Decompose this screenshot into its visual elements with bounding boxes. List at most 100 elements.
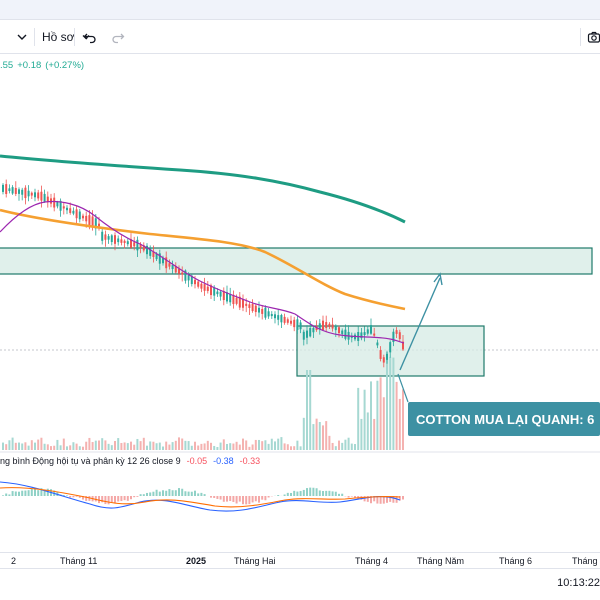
volume-bar (357, 387, 360, 450)
macd-histogram-bar (152, 491, 155, 496)
macd-histogram-bar (2, 495, 4, 496)
volume-bar (162, 446, 164, 450)
profile-label: Hồ sơ (42, 30, 75, 44)
price-chart-canvas[interactable] (0, 56, 600, 566)
candle-body (203, 284, 206, 291)
volume-bar (216, 446, 219, 450)
macd-histogram-bar (312, 487, 315, 496)
volume-bar (88, 437, 91, 450)
macd-histogram-bar (296, 491, 299, 496)
undo-icon[interactable] (82, 29, 98, 45)
time-tick: Tháng 4 (355, 556, 389, 566)
volume-bar (302, 417, 305, 450)
macd-histogram-bar (178, 488, 180, 496)
macd-histogram-bar (184, 491, 187, 496)
macd-histogram-bar (341, 493, 344, 496)
candle-body (261, 308, 264, 314)
volume-bar (206, 440, 209, 450)
candle-body (373, 333, 376, 336)
macd-histogram-bar (104, 496, 107, 505)
volume-bar (101, 438, 104, 450)
volume-bar (280, 437, 283, 450)
volume-bar (11, 437, 14, 450)
volume-bar (232, 443, 235, 450)
macd-histogram-bar (309, 487, 312, 496)
candle-body (286, 319, 289, 323)
macd-histogram-bar (277, 495, 280, 496)
volume-bar (392, 357, 395, 450)
candle-body (379, 350, 382, 359)
macd-legend[interactable]: ng bình Động hội tụ và phân kỳ 12 26 clo… (0, 456, 260, 470)
volume-bar (379, 377, 382, 450)
macd-histogram-bar (107, 496, 110, 505)
macd-legend-label: ng bình Động hội tụ và phân kỳ 12 26 clo… (0, 456, 181, 466)
volume-bar (107, 443, 110, 450)
time-axis[interactable]: 2 Tháng 11 2025 Tháng Hai Tháng 4 Tháng … (0, 552, 600, 568)
toolbar-divider (34, 28, 35, 46)
volume-bar (37, 439, 40, 450)
macd-histogram-bar (142, 494, 145, 496)
resistance-zone[interactable] (0, 247, 593, 275)
macd-histogram-bar (219, 496, 222, 500)
macd-histogram-bar (331, 491, 334, 496)
macd-histogram-bar (248, 496, 251, 505)
volume-bar (296, 440, 299, 450)
candle-body (114, 235, 116, 244)
macd-histogram-bar (24, 490, 27, 496)
macd-histogram-bar (200, 492, 203, 496)
candle-body (30, 192, 33, 196)
candle-body (344, 329, 347, 339)
candle-body (293, 319, 296, 328)
macd-histogram-bar (123, 496, 126, 501)
volume-bar (5, 444, 8, 450)
volume-bar (382, 397, 385, 450)
volume-bar (200, 443, 203, 450)
volume-bar (306, 370, 308, 450)
volume-bar (309, 370, 312, 450)
volume-bar (389, 356, 392, 450)
candle-body (312, 327, 315, 333)
volume-bar (133, 444, 136, 450)
volume-bar (283, 443, 286, 450)
volume-bar (251, 444, 254, 450)
toolbar-divider (74, 28, 75, 46)
candle-body (194, 279, 196, 285)
macd-histogram-bar (18, 491, 20, 496)
status-footer: 10:13:22 (0, 568, 600, 600)
macd-histogram-bar (181, 488, 184, 496)
camera-icon[interactable] (586, 29, 600, 45)
candle-body (75, 209, 78, 219)
candle-body (283, 316, 286, 323)
volume-bar (248, 446, 251, 450)
volume-bar (18, 442, 20, 450)
macd-histogram-bar (203, 494, 206, 496)
volume-bar (242, 438, 244, 450)
volume-bar (238, 444, 241, 450)
candle-body (66, 207, 68, 211)
redo-icon[interactable] (110, 29, 126, 45)
macd-histogram-bar (171, 490, 174, 496)
candle-body (213, 287, 216, 296)
chevron-down-icon[interactable] (14, 29, 30, 45)
volume-bar (264, 440, 267, 450)
volume-bar (261, 441, 264, 450)
candle-body (18, 189, 20, 194)
macd-histogram-bar (162, 490, 164, 496)
annotation-label[interactable]: COTTON MUA LẠI QUANH: 6 (408, 402, 600, 436)
volume-bar (312, 424, 315, 450)
macd-histogram-bar (8, 494, 11, 496)
volume-bar (366, 412, 369, 450)
macd-histogram-bar (350, 496, 353, 497)
macd-histogram-bar (14, 491, 17, 496)
candle-body (123, 240, 126, 244)
macd-histogram-bar (146, 492, 148, 496)
volume-bar (98, 440, 100, 450)
volume-bar (94, 440, 97, 450)
candle-body (229, 294, 232, 303)
macd-histogram-bar (187, 491, 190, 496)
candle-body (245, 303, 248, 306)
macd-histogram-bar (245, 496, 248, 505)
candle-body (277, 315, 280, 320)
macd-histogram-bar (27, 490, 30, 496)
macd-histogram-bar (168, 489, 171, 496)
